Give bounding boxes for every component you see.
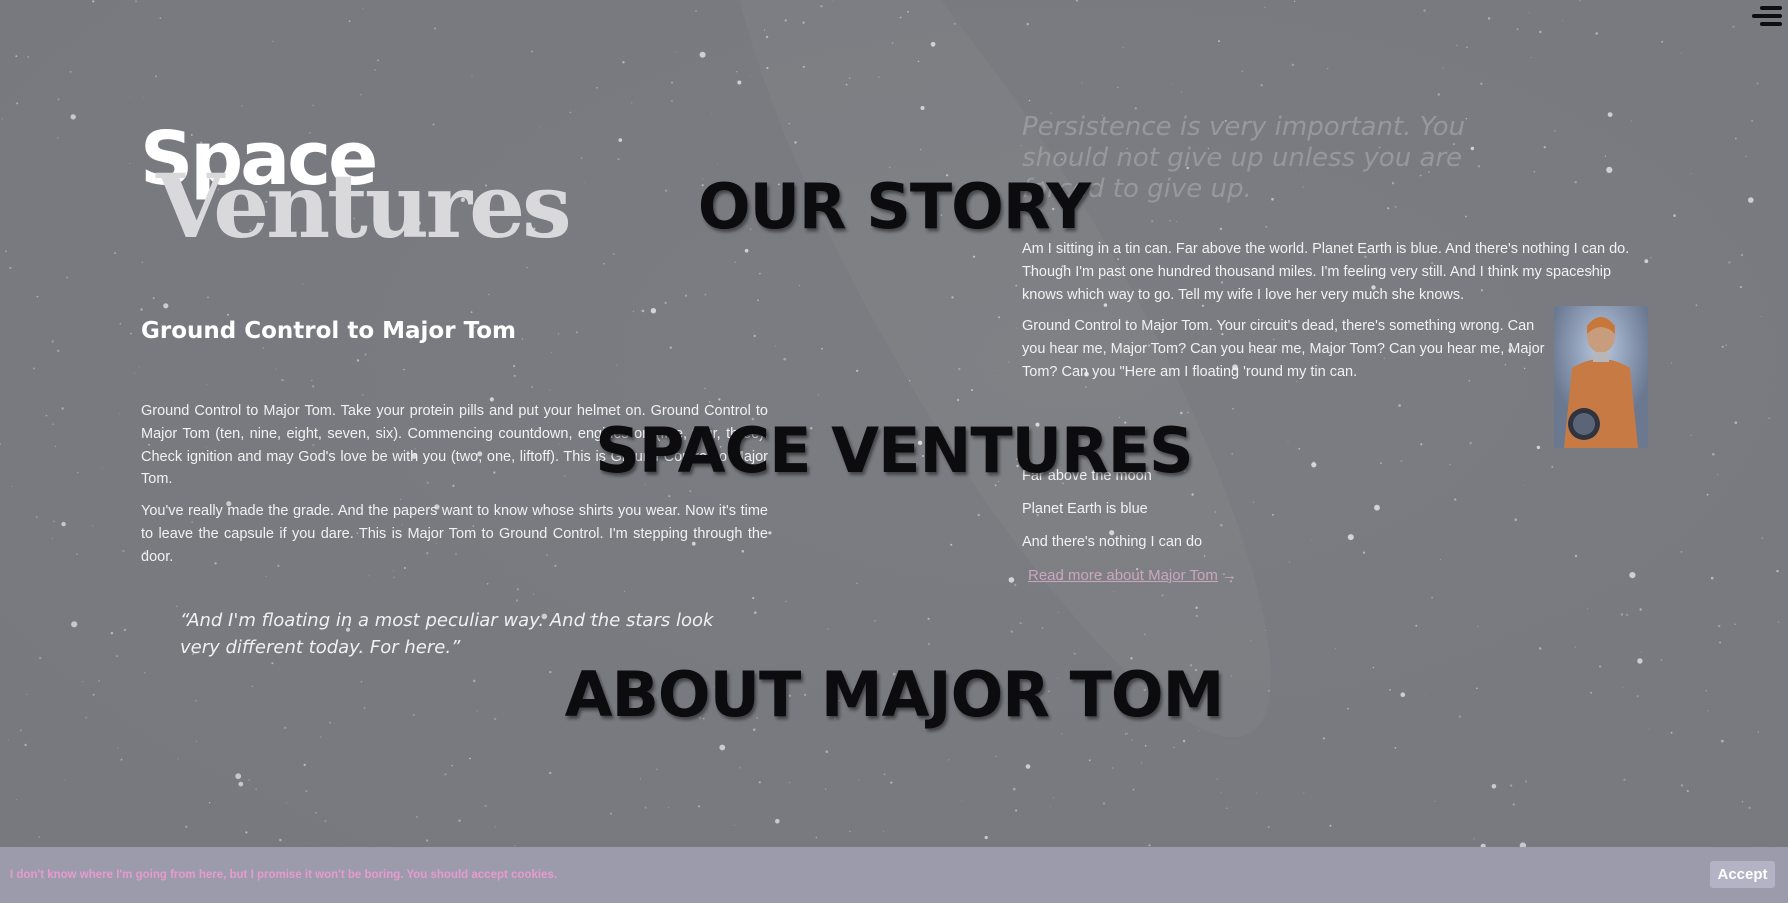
arrow-right-icon: → <box>1221 567 1237 584</box>
cookie-banner: I don't know where I'm going from here, … <box>0 847 1788 903</box>
paragraph: Ground Control to Major Tom. Your circui… <box>1022 318 1545 380</box>
hamburger-menu-icon[interactable] <box>1752 4 1782 30</box>
nav-heading-our-story[interactable]: OUR STORY <box>0 176 1788 238</box>
read-more-link[interactable]: Read more about Major Tom → <box>1028 567 1237 584</box>
paragraph: You've really made the grade. And the pa… <box>141 503 768 565</box>
read-more-label: Read more about Major Tom <box>1028 567 1218 584</box>
nav-heading-space-ventures[interactable]: SPACE VENTURES <box>0 420 1788 482</box>
nav-heading-about-major-tom[interactable]: ABOUT MAJOR TOM <box>0 664 1788 726</box>
pull-quote: “And I'm floating in a most peculiar way… <box>180 610 714 658</box>
lyric-line: Planet Earth is blue <box>1022 501 1148 517</box>
lyric-line: And there's nothing I can do <box>1022 534 1203 550</box>
section-title: Ground Control to Major Tom <box>141 318 516 344</box>
accept-cookies-button[interactable]: Accept <box>1710 861 1775 888</box>
cookie-message: I don't know where I'm going from here, … <box>10 869 558 881</box>
paragraph: Am I sitting in a tin can. Far above the… <box>1022 241 1630 303</box>
